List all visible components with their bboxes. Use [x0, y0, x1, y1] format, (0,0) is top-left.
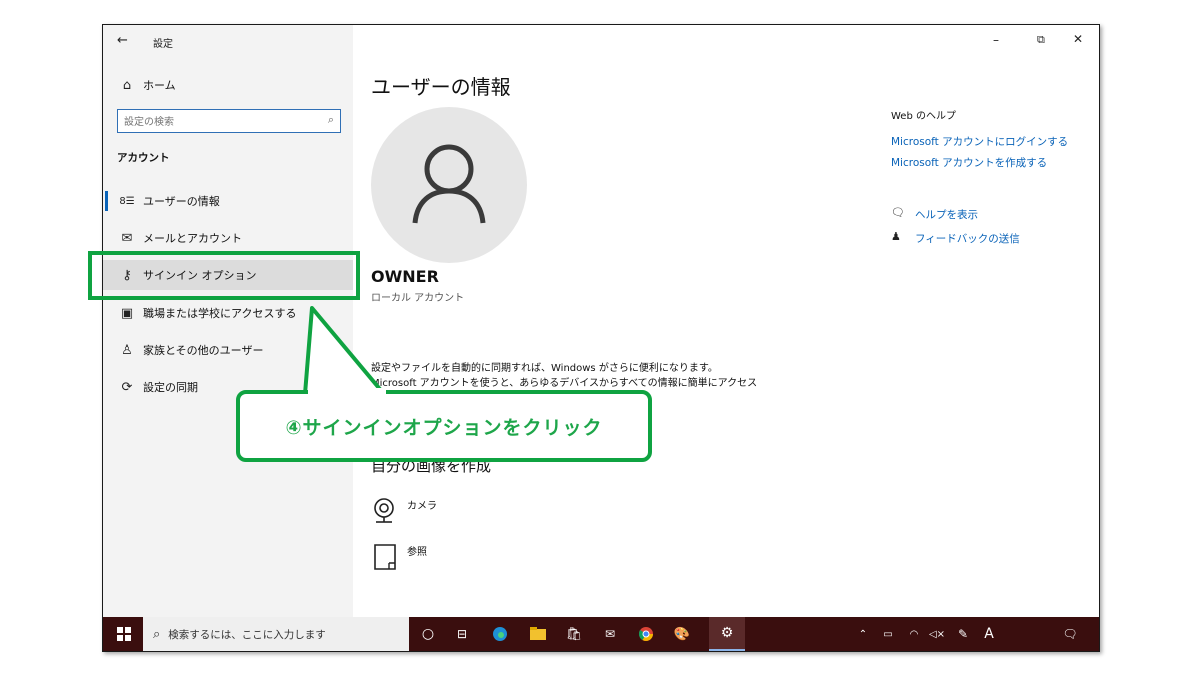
callout-box: ④サインインオプションをクリック	[236, 390, 652, 462]
callout-text: ④サインインオプションをクリック	[285, 416, 603, 439]
callout-pointer-mask	[308, 388, 386, 398]
callout-pointer	[303, 306, 386, 396]
